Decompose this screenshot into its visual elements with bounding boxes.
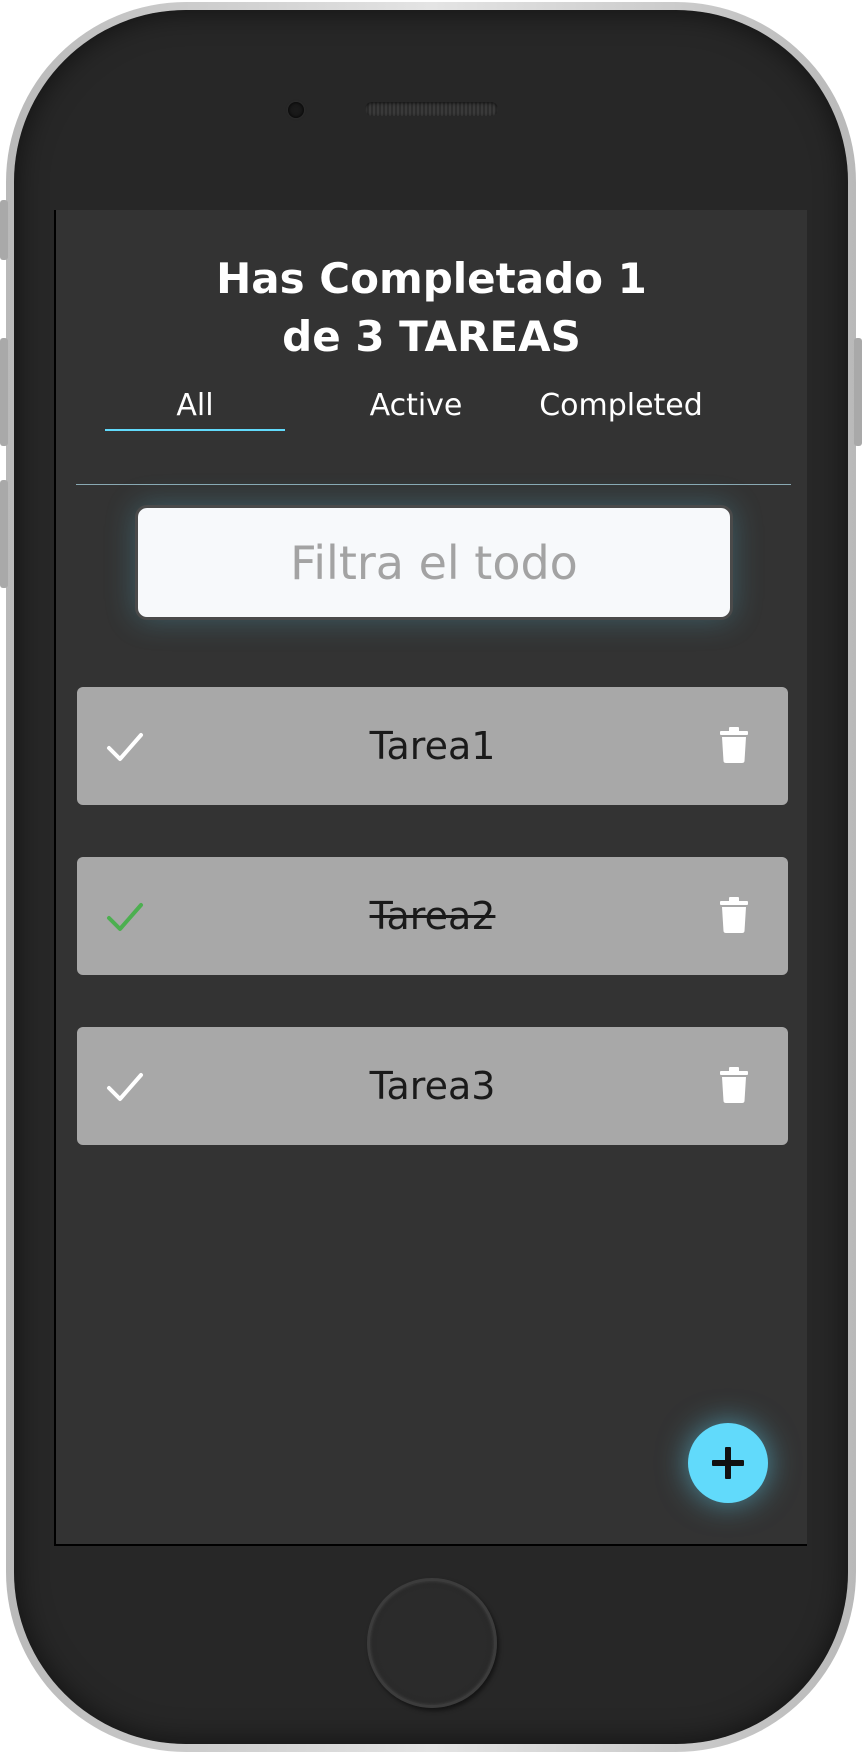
check-icon[interactable] <box>105 730 145 764</box>
mute-switch <box>0 200 8 260</box>
tab-completed[interactable]: Completed <box>511 388 731 423</box>
trash-icon[interactable] <box>720 727 748 763</box>
todo-item: Tarea2 <box>77 857 788 975</box>
page-title: Has Completado 1 de 3 TAREAS <box>56 250 807 366</box>
app-screen: Has Completado 1 de 3 TAREAS All Active … <box>54 210 807 1546</box>
volume-up-button <box>0 338 8 446</box>
title-line-2: de 3 TAREAS <box>282 312 581 361</box>
todo-text: Tarea2 <box>369 894 496 938</box>
check-icon[interactable] <box>105 1070 145 1104</box>
earpiece-speaker <box>365 102 498 116</box>
trash-icon[interactable] <box>720 1067 748 1103</box>
power-button <box>854 338 862 446</box>
plus-icon <box>712 1447 744 1479</box>
filter-input[interactable] <box>135 505 733 620</box>
tab-active[interactable]: Active <box>326 388 506 423</box>
filter-tabs: All Active Completed <box>56 388 807 438</box>
todo-text: Tarea1 <box>369 724 496 768</box>
add-todo-button[interactable] <box>688 1423 768 1503</box>
volume-down-button <box>0 480 8 588</box>
check-icon[interactable] <box>105 900 145 934</box>
trash-icon[interactable] <box>720 897 748 933</box>
home-button[interactable] <box>367 1578 497 1708</box>
tabs-divider <box>76 484 791 485</box>
title-line-1: Has Completado 1 <box>216 254 647 303</box>
tab-all[interactable]: All <box>105 388 285 431</box>
todo-item: Tarea3 <box>77 1027 788 1145</box>
todo-text: Tarea3 <box>369 1064 496 1108</box>
front-camera <box>288 102 304 118</box>
todo-item: Tarea1 <box>77 687 788 805</box>
